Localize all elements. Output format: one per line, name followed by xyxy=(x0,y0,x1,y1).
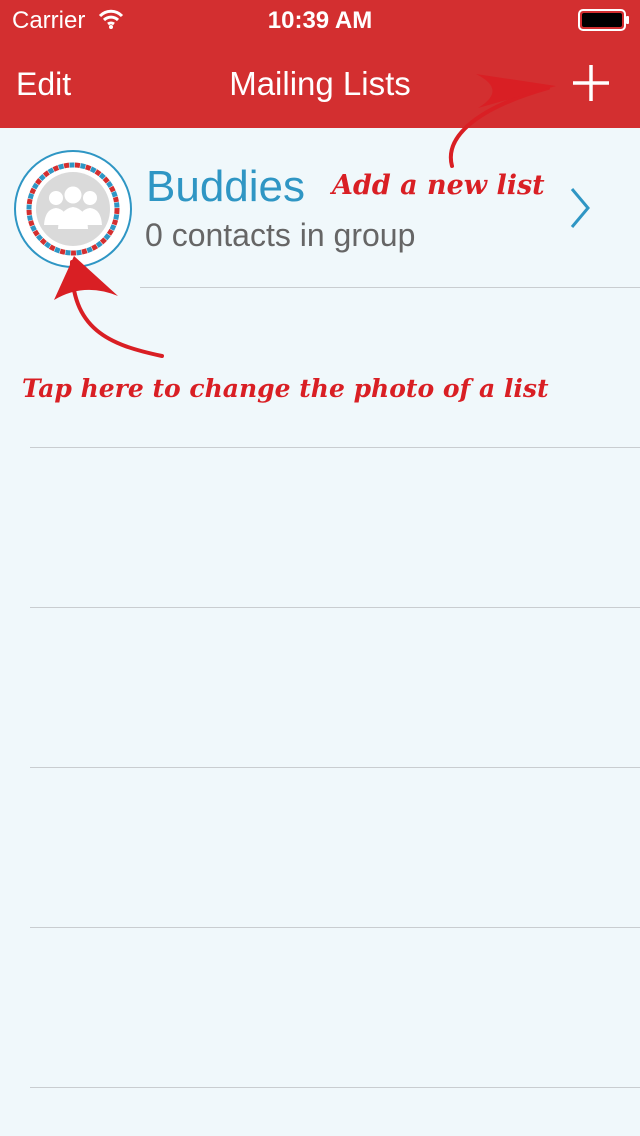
change-photo-annotation: Tap here to change the photo of a list xyxy=(22,374,549,403)
row-separator xyxy=(140,287,640,288)
row-separator xyxy=(30,1087,640,1088)
list-title: Buddies xyxy=(146,162,306,211)
list-row-buddies[interactable]: Buddies 0 contacts in group xyxy=(0,128,640,288)
row-separator xyxy=(30,607,640,608)
status-time: 10:39 AM xyxy=(267,7,373,34)
row-separator xyxy=(30,927,640,928)
page-title: Mailing Lists xyxy=(229,65,411,102)
mailing-list-table: Buddies 0 contacts in group xyxy=(0,128,640,1136)
battery-icon xyxy=(578,9,629,31)
add-list-annotation: Add a new list xyxy=(332,170,545,201)
row-separator xyxy=(30,767,640,768)
row-separator xyxy=(30,447,640,448)
list-subtitle: 0 contacts in group xyxy=(145,217,416,253)
plus-icon[interactable] xyxy=(568,60,614,106)
navigation-bar: Carrier 10:39 AM Edit Mailing Lists xyxy=(0,0,640,128)
chevron-right-icon xyxy=(570,188,590,228)
group-avatar-icon[interactable] xyxy=(13,149,133,269)
